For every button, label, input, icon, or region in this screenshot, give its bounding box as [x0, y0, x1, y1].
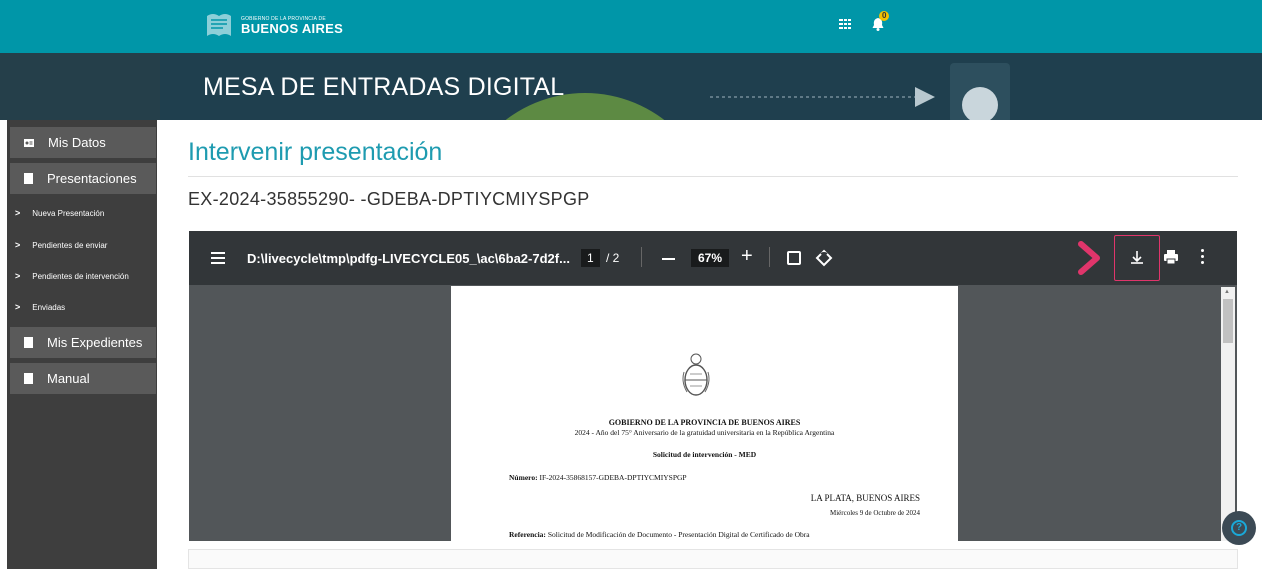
print-icon[interactable] — [1162, 248, 1180, 266]
chevron-right-icon — [1078, 241, 1100, 275]
document-icon — [24, 373, 33, 384]
chevron-right-icon: > — [15, 271, 21, 281]
sidebar-subitem-label: Pendientes de intervención — [32, 271, 129, 281]
notifications-button[interactable]: 0 — [870, 11, 890, 32]
zoom-level-input[interactable]: 67% — [691, 249, 730, 267]
numero-label: Número: — [509, 473, 538, 482]
chevron-right-icon: > — [15, 302, 21, 312]
sidebar: Mis Datos Presentaciones > Nueva Present… — [7, 120, 157, 569]
banner-graphic — [710, 63, 1010, 120]
document-icon — [24, 173, 33, 184]
coat-of-arms-icon — [682, 353, 710, 396]
pdf-toolbar: D:\livecycle\tmp\pdfg-LIVECYCLE05_\ac\6b… — [189, 231, 1237, 285]
pdf-file-name: D:\livecycle\tmp\pdfg-LIVECYCLE05_\ac\6b… — [247, 251, 570, 266]
sidebar-subitem-label: Enviadas — [32, 302, 66, 312]
sidebar-subitem-label: Nueva Presentación — [32, 208, 105, 218]
toolbar-separator — [769, 247, 770, 267]
document-referencia: Referencia: Solicitud de Modificación de… — [509, 530, 810, 539]
top-bar: GOBIERNO DE LA PROVINCIA DE BUENOS AIRES… — [0, 0, 1262, 53]
sidebar-item-label: Mis Datos — [48, 135, 106, 150]
sidebar-subitem-nueva-presentacion[interactable]: > Nueva Presentación — [15, 208, 104, 218]
document-org: GOBIERNO DE LA PROVINCIA DE BUENOS AIRES — [608, 418, 801, 427]
logo-emblem-icon — [207, 14, 231, 36]
toolbar-separator — [641, 247, 642, 267]
help-button[interactable]: ? — [1222, 511, 1256, 545]
help-icon: ? — [1231, 520, 1247, 536]
bottom-panel — [188, 549, 1238, 569]
document-subject: Solicitud de intervención - MED — [652, 450, 757, 459]
id-card-icon — [24, 138, 34, 147]
download-icon — [1131, 251, 1143, 264]
apps-grid-icon[interactable] — [838, 17, 852, 31]
app-title: MESA DE ENTRADAS DIGITAL — [203, 73, 565, 101]
sidebar-item-label: Presentaciones — [47, 171, 137, 186]
chevron-right-icon: > — [15, 240, 21, 250]
referencia-value: Solicitud de Modificación de Documento -… — [547, 530, 810, 539]
sidebar-item-manual[interactable]: Manual — [10, 363, 156, 394]
zoom-in-button[interactable]: + — [741, 246, 753, 266]
expediente-number: EX-2024-35855290- -GDEBA-DPTIYCMIYSPGP — [188, 189, 590, 209]
page-total: / 2 — [606, 251, 620, 265]
document-date: Miércoles 9 de Octubre de 2024 — [830, 509, 920, 517]
sidebar-item-mis-expedientes[interactable]: Mis Expedientes — [10, 327, 156, 358]
zoom-out-button[interactable] — [662, 258, 675, 260]
sidebar-item-mis-datos[interactable]: Mis Datos — [10, 127, 156, 158]
divider — [188, 176, 1238, 177]
notification-badge: 0 — [879, 11, 890, 21]
document-motto: 2024 - Año del 75° Aniversario de la gra… — [574, 428, 835, 437]
sidebar-subitem-enviadas[interactable]: > Enviadas — [15, 302, 65, 312]
page-number-input[interactable]: 1 — [581, 249, 600, 267]
sidebar-item-label: Manual — [47, 371, 90, 386]
document-numero: Número: IF-2024-35868157-GDEBA-DPTIYCMIY… — [509, 473, 687, 482]
document-place: LA PLATA, BUENOS AIRES — [810, 493, 920, 503]
scroll-up-arrow-icon[interactable]: ▲ — [1224, 289, 1230, 295]
sidebar-subitem-pendientes-intervencion[interactable]: > Pendientes de intervención — [15, 271, 129, 281]
scrollbar-thumb[interactable] — [1223, 299, 1233, 343]
pdf-page: GOBIERNO DE LA PROVINCIA DE BUENOS AIRES… — [451, 286, 958, 541]
document-icon — [24, 337, 33, 348]
rotate-icon[interactable] — [814, 248, 834, 268]
numero-value: IF-2024-35868157-GDEBA-DPTIYCMIYSPGP — [539, 473, 687, 482]
pdf-viewer: D:\livecycle\tmp\pdfg-LIVECYCLE05_\ac\6b… — [189, 231, 1237, 541]
more-vert-icon[interactable] — [1201, 249, 1205, 265]
chevron-right-icon: > — [15, 208, 21, 218]
buenos-aires-logo[interactable]: GOBIERNO DE LA PROVINCIA DE BUENOS AIRES — [203, 10, 343, 42]
logo-big-text: BUENOS AIRES — [241, 21, 344, 36]
sidebar-item-presentaciones[interactable]: Presentaciones — [10, 163, 156, 194]
header-banner: MESA DE ENTRADAS DIGITAL — [0, 53, 1262, 120]
sidebar-item-label: Mis Expedientes — [47, 335, 143, 350]
page-title: Intervenir presentación — [188, 138, 443, 166]
menu-icon[interactable] — [211, 252, 225, 264]
sidebar-subitem-label: Pendientes de enviar — [32, 240, 108, 250]
referencia-label: Referencia: — [509, 530, 546, 539]
fit-page-icon[interactable] — [787, 251, 801, 265]
sidebar-subitem-pendientes-enviar[interactable]: > Pendientes de enviar — [15, 240, 107, 250]
